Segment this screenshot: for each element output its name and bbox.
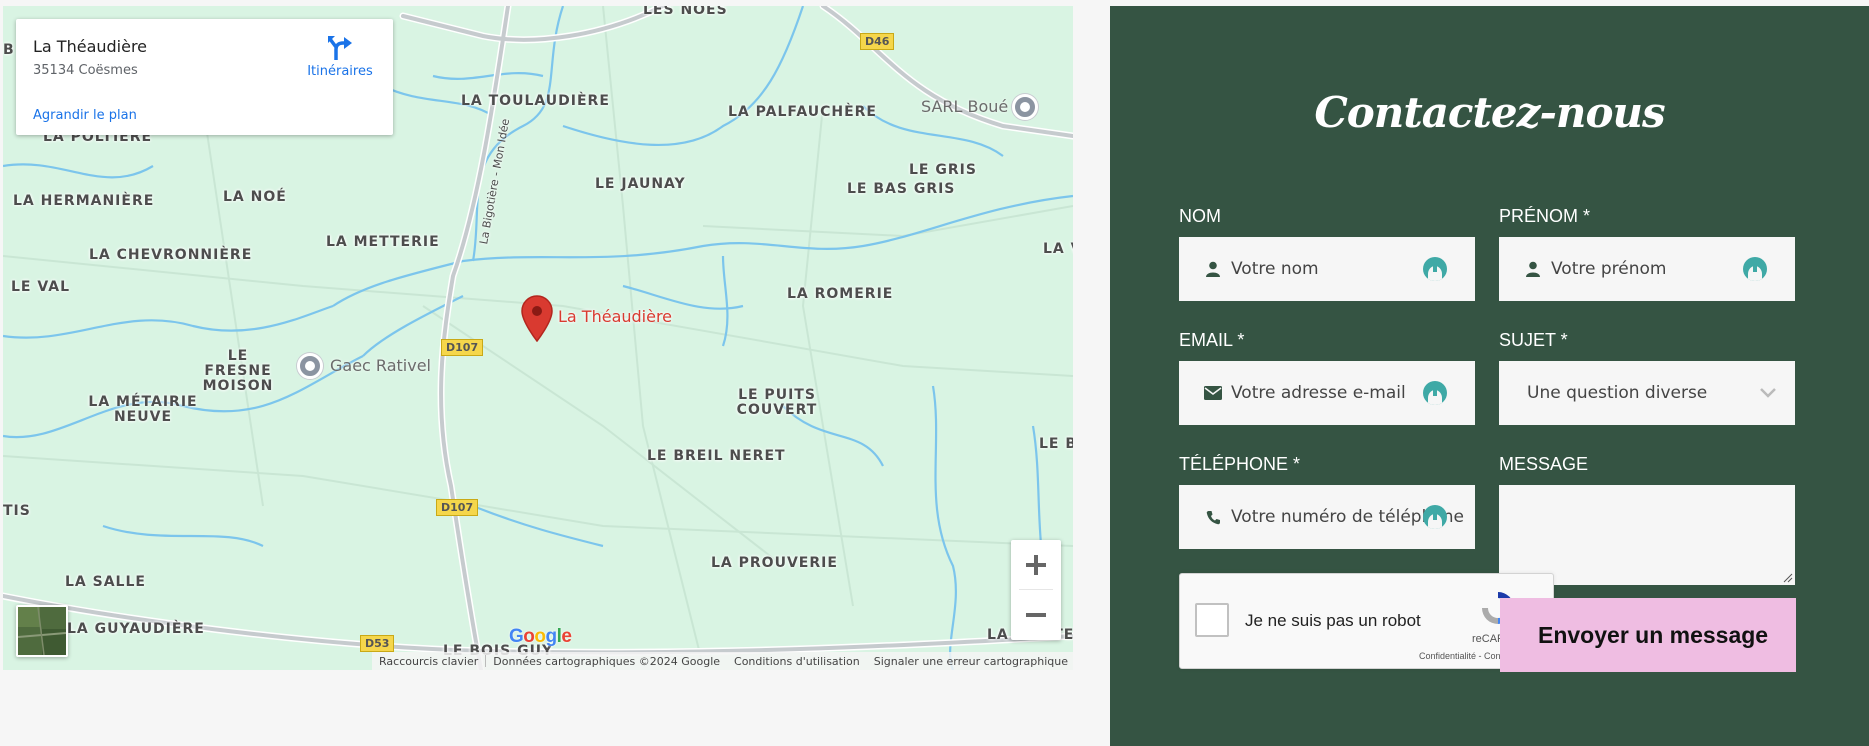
map[interactable]: LES NOES LA TOULAUDIÈRE LA PALFAUCHÈRE L… bbox=[3, 6, 1073, 670]
page: LES NOES LA TOULAUDIÈRE LA PALFAUCHÈRE L… bbox=[0, 0, 1869, 746]
sujet-selected: Une question diverse bbox=[1527, 383, 1708, 403]
nom-field[interactable]: Votre nom bbox=[1179, 237, 1475, 301]
telephone-label: TÉLÉPHONE * bbox=[1179, 454, 1301, 474]
keyboard-shortcuts-link[interactable]: Raccourcis clavier bbox=[372, 655, 485, 668]
place-card: La Théaudière 35134 Coësmes Agrandir le … bbox=[16, 19, 393, 135]
road-shield: D53 bbox=[360, 635, 395, 652]
place-card-address: 35134 Coësmes bbox=[33, 63, 138, 78]
google-logo: Google bbox=[509, 626, 572, 647]
sujet-label: SUJET * bbox=[1499, 330, 1568, 350]
send-message-label: Envoyer un message bbox=[1538, 621, 1769, 648]
place-label: LE B bbox=[1039, 436, 1073, 452]
autofill-icon[interactable] bbox=[1423, 505, 1447, 529]
place-label: LE JAUNAY bbox=[595, 176, 686, 192]
directions-label: Itinéraires bbox=[307, 64, 373, 79]
contact-title: Contactez-nous bbox=[1314, 88, 1665, 137]
directions-button[interactable]: Itinéraires bbox=[300, 35, 380, 79]
autofill-icon[interactable] bbox=[1423, 381, 1447, 405]
report-error-link[interactable]: Signaler une erreur cartographique bbox=[867, 655, 1073, 668]
user-icon bbox=[1203, 261, 1223, 277]
prenom-field[interactable]: Votre prénom bbox=[1499, 237, 1795, 301]
place-label: LA TOULAUDIÈRE bbox=[461, 93, 610, 109]
place-label: TIS bbox=[3, 503, 31, 519]
place-label: LA PROUVERIE bbox=[711, 555, 838, 571]
place-label: LA METTERIE bbox=[326, 234, 440, 250]
poi-pin-icon[interactable] bbox=[1012, 94, 1038, 120]
place-label: LA ROMERIE bbox=[787, 286, 894, 302]
phone-icon bbox=[1203, 510, 1223, 525]
place-label: LES NOES bbox=[643, 6, 728, 18]
sujet-select[interactable]: Une question diverse bbox=[1499, 361, 1795, 425]
place-label: LA NOÉ bbox=[223, 189, 287, 205]
message-label: MESSAGE bbox=[1499, 454, 1589, 474]
road-shield: D46 bbox=[860, 33, 895, 50]
place-label: B bbox=[3, 42, 15, 58]
directions-icon bbox=[328, 36, 352, 60]
prenom-label: PRÉNOM * bbox=[1499, 206, 1591, 226]
email-label: EMAIL * bbox=[1179, 330, 1245, 350]
place-label: LE VAL bbox=[11, 279, 70, 295]
zoom-control bbox=[1011, 540, 1061, 640]
minus-icon bbox=[1026, 613, 1046, 617]
message-textarea[interactable] bbox=[1499, 485, 1795, 585]
map-attribution: Raccourcis clavier Données cartographiqu… bbox=[372, 652, 1073, 670]
resize-grip-icon[interactable] bbox=[1783, 573, 1793, 583]
place-label: LA MÉTAIRIE NEUVE bbox=[88, 394, 198, 425]
place-label: LA GUYAUDIÈRE bbox=[67, 621, 205, 637]
plus-icon bbox=[1026, 555, 1046, 575]
place-label: LA V bbox=[1043, 241, 1073, 257]
road-shield: D107 bbox=[441, 339, 484, 356]
terms-link[interactable]: Conditions d'utilisation bbox=[727, 655, 867, 668]
poi-label[interactable]: Gaec Rativel bbox=[330, 356, 431, 375]
autofill-icon[interactable] bbox=[1423, 257, 1447, 281]
place-label: LE PUITS COUVERT bbox=[736, 387, 818, 418]
send-message-button[interactable]: Envoyer un message bbox=[1500, 598, 1796, 672]
road-shield: D107 bbox=[436, 499, 479, 516]
place-label: LE FRESNE MOISON bbox=[202, 348, 274, 394]
zoom-out-button[interactable] bbox=[1011, 590, 1061, 640]
poi-label[interactable]: SARL Boué bbox=[921, 97, 1008, 116]
zoom-in-button[interactable] bbox=[1011, 540, 1061, 590]
envelope-icon bbox=[1203, 386, 1223, 400]
contact-section: Contactez-nous NOM Votre nom PRÉNOM * Vo… bbox=[1110, 6, 1869, 746]
marker-label[interactable]: La Théaudière bbox=[558, 307, 672, 326]
place-label: LA CHEVRONNIÈRE bbox=[89, 247, 253, 263]
enlarge-map-link[interactable]: Agrandir le plan bbox=[33, 108, 137, 123]
satellite-toggle[interactable] bbox=[16, 605, 68, 657]
chevron-down-icon bbox=[1760, 388, 1776, 398]
telephone-field[interactable]: Votre numéro de téléphone bbox=[1179, 485, 1475, 549]
satellite-thumbnail-icon bbox=[18, 607, 66, 655]
user-icon bbox=[1523, 261, 1543, 277]
recaptcha-widget: Je ne suis pas un robot reCAPTCHA Confid… bbox=[1179, 573, 1554, 669]
autofill-icon[interactable] bbox=[1743, 257, 1767, 281]
place-card-title: La Théaudière bbox=[33, 37, 148, 56]
map-data-credit: Données cartographiques ©2024 Google bbox=[493, 654, 721, 668]
recaptcha-checkbox[interactable] bbox=[1195, 603, 1229, 637]
place-label: LE BAS GRIS bbox=[847, 181, 956, 197]
map-marker-icon[interactable] bbox=[520, 294, 554, 342]
place-label: LA HERMANIÈRE bbox=[13, 193, 155, 209]
email-field[interactable]: Votre adresse e-mail bbox=[1179, 361, 1475, 425]
place-label: LA SALLE bbox=[65, 574, 146, 590]
nom-label: NOM bbox=[1179, 206, 1221, 226]
place-label: LA PALFAUCHÈRE bbox=[728, 104, 877, 120]
poi-pin-icon[interactable] bbox=[297, 353, 323, 379]
place-label: LE BREIL NERET bbox=[647, 448, 786, 464]
place-label: LE GRIS bbox=[909, 162, 977, 178]
recaptcha-label: Je ne suis pas un robot bbox=[1245, 611, 1421, 630]
